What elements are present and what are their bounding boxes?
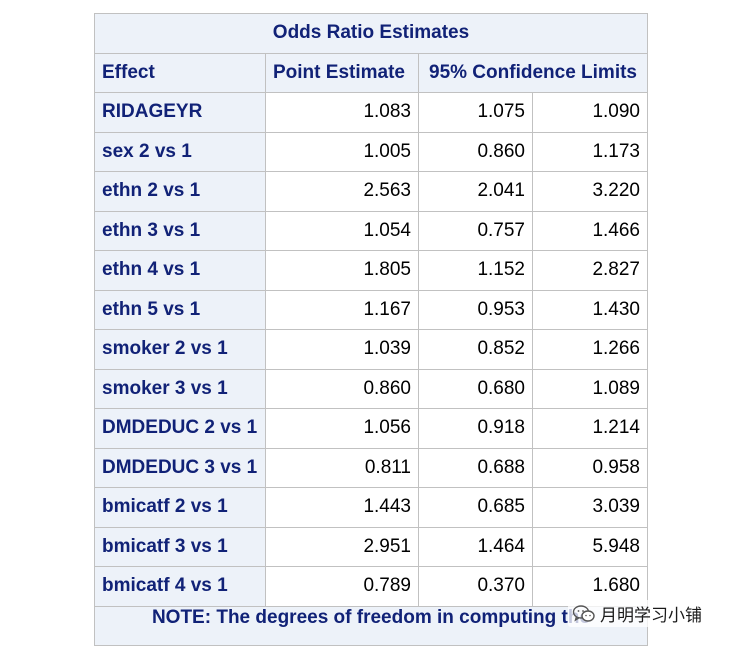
row-effect: ethn 2 vs 1 <box>94 171 266 212</box>
cell-upper-limit: 5.948 <box>532 526 648 567</box>
cell-lower-limit: 0.953 <box>418 289 533 330</box>
row-effect: smoker 2 vs 1 <box>94 329 266 370</box>
cell-lower-limit: 1.075 <box>418 92 533 133</box>
row-effect: bmicatf 2 vs 1 <box>94 487 266 528</box>
row-effect: DMDEDUC 2 vs 1 <box>94 408 266 449</box>
cell-upper-limit: 3.220 <box>532 171 648 212</box>
table-row: bmicatf 3 vs 1 2.951 1.464 5.948 <box>94 526 648 567</box>
cell-lower-limit: 0.680 <box>418 368 533 409</box>
row-effect: RIDAGEYR <box>94 92 266 133</box>
table-row: ethn 4 vs 1 1.805 1.152 2.827 <box>94 250 648 291</box>
table-row: ethn 5 vs 1 1.167 0.953 1.430 <box>94 289 648 330</box>
cell-lower-limit: 2.041 <box>418 171 533 212</box>
cell-point-estimate: 0.789 <box>265 566 419 607</box>
cell-point-estimate: 1.054 <box>265 210 419 251</box>
cell-lower-limit: 1.152 <box>418 250 533 291</box>
cell-point-estimate: 1.083 <box>265 92 419 133</box>
cell-lower-limit: 0.370 <box>418 566 533 607</box>
table-row: sex 2 vs 1 1.005 0.860 1.173 <box>94 131 648 172</box>
cell-lower-limit: 0.852 <box>418 329 533 370</box>
table-row: smoker 2 vs 1 1.039 0.852 1.266 <box>94 329 648 370</box>
table-row: ethn 3 vs 1 1.054 0.757 1.466 <box>94 210 648 251</box>
watermark-text: 月明学习小铺 <box>600 606 702 626</box>
table-row: smoker 3 vs 1 0.860 0.680 1.089 <box>94 368 648 409</box>
table-title: Odds Ratio Estimates <box>94 13 648 54</box>
header-point-estimate: Point Estimate <box>265 52 419 93</box>
cell-lower-limit: 0.688 <box>418 447 533 488</box>
column-header-row: Effect Point Estimate 95% Confidence Lim… <box>94 52 648 93</box>
cell-lower-limit: 0.757 <box>418 210 533 251</box>
wechat-icon <box>572 604 596 624</box>
cell-point-estimate: 1.805 <box>265 250 419 291</box>
cell-upper-limit: 1.090 <box>532 92 648 133</box>
cell-point-estimate: 1.167 <box>265 289 419 330</box>
watermark: 月明学习小铺 <box>568 600 706 627</box>
cell-upper-limit: 1.089 <box>532 368 648 409</box>
table-row: DMDEDUC 2 vs 1 1.056 0.918 1.214 <box>94 408 648 449</box>
row-effect: bmicatf 4 vs 1 <box>94 566 266 607</box>
cell-upper-limit: 1.430 <box>532 289 648 330</box>
table-row: bmicatf 2 vs 1 1.443 0.685 3.039 <box>94 487 648 528</box>
table-row: RIDAGEYR 1.083 1.075 1.090 <box>94 92 648 133</box>
cell-upper-limit: 0.958 <box>532 447 648 488</box>
cell-lower-limit: 0.918 <box>418 408 533 449</box>
table-row: DMDEDUC 3 vs 1 0.811 0.688 0.958 <box>94 447 648 488</box>
table-body: RIDAGEYR 1.083 1.075 1.090 sex 2 vs 1 1.005 0.… <box>94 92 648 607</box>
cell-upper-limit: 2.827 <box>532 250 648 291</box>
cell-point-estimate: 1.005 <box>265 131 419 172</box>
cell-upper-limit: 1.466 <box>532 210 648 251</box>
cell-upper-limit: 3.039 <box>532 487 648 528</box>
row-effect: ethn 4 vs 1 <box>94 250 266 291</box>
row-effect: sex 2 vs 1 <box>94 131 266 172</box>
cell-point-estimate: 1.056 <box>265 408 419 449</box>
row-effect: smoker 3 vs 1 <box>94 368 266 409</box>
cell-upper-limit: 1.173 <box>532 131 648 172</box>
page: Odds Ratio Estimates Effect Point Estima… <box>0 0 736 647</box>
cell-upper-limit: 1.214 <box>532 408 648 449</box>
cell-point-estimate: 1.443 <box>265 487 419 528</box>
cell-lower-limit: 0.860 <box>418 131 533 172</box>
odds-ratio-table: Odds Ratio Estimates Effect Point Estima… <box>94 13 648 646</box>
row-effect: DMDEDUC 3 vs 1 <box>94 447 266 488</box>
table-row: ethn 2 vs 1 2.563 2.041 3.220 <box>94 171 648 212</box>
cell-point-estimate: 0.811 <box>265 447 419 488</box>
note-row: NOTE: The degrees of freedom in computin… <box>94 605 648 646</box>
cell-upper-limit: 1.266 <box>532 329 648 370</box>
cell-point-estimate: 1.039 <box>265 329 419 370</box>
table-row: bmicatf 4 vs 1 0.789 0.370 1.680 <box>94 566 648 607</box>
cell-lower-limit: 1.464 <box>418 526 533 567</box>
cell-point-estimate: 2.563 <box>265 171 419 212</box>
cell-point-estimate: 0.860 <box>265 368 419 409</box>
cell-lower-limit: 0.685 <box>418 487 533 528</box>
table-title-row: Odds Ratio Estimates <box>94 13 648 54</box>
header-confidence-limits: 95% Confidence Limits <box>418 52 648 93</box>
header-effect: Effect <box>94 52 266 93</box>
row-effect: ethn 5 vs 1 <box>94 289 266 330</box>
row-effect: ethn 3 vs 1 <box>94 210 266 251</box>
cell-point-estimate: 2.951 <box>265 526 419 567</box>
table-note: NOTE: The degrees of freedom in computin… <box>94 605 648 646</box>
row-effect: bmicatf 3 vs 1 <box>94 526 266 567</box>
